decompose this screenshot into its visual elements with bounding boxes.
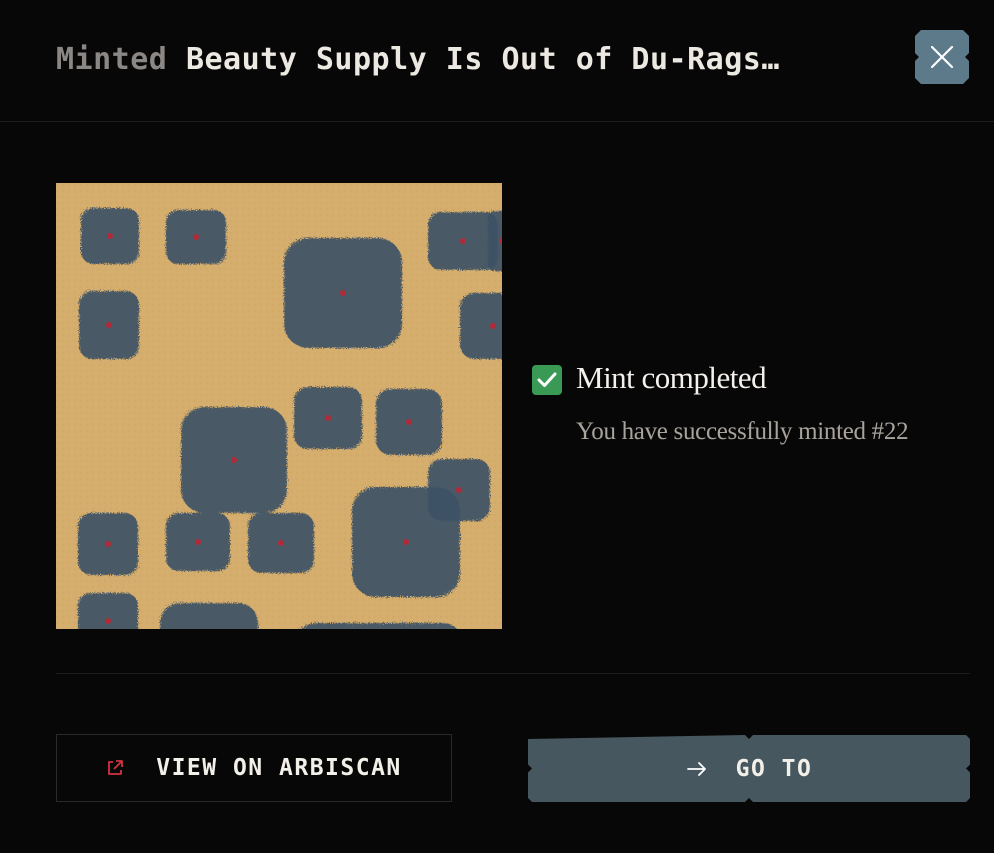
dialog-header: Minted Beauty Supply Is Out of Du-Rags… <box>0 0 994 122</box>
check-icon <box>532 365 562 395</box>
artwork-tuft <box>160 603 258 629</box>
artwork-tuft-center <box>403 539 409 545</box>
status-message: You have successfully minted #22 <box>576 418 909 445</box>
artwork-tuft-center <box>490 323 496 329</box>
view-button-label: VIEW ON ARBISCAN <box>156 755 402 781</box>
artwork-tuft-center <box>107 233 113 239</box>
external-link-icon <box>106 759 124 777</box>
artwork-tuft-center <box>105 541 111 547</box>
artwork-image <box>56 183 502 629</box>
artwork-tuft-center <box>325 415 331 421</box>
artwork-tuft-center <box>456 487 462 493</box>
artwork-tuft-center <box>106 322 112 328</box>
divider <box>56 673 970 674</box>
view-on-arbiscan-button[interactable]: VIEW ON ARBISCAN <box>56 734 452 802</box>
status-title: Mint completed <box>576 360 767 395</box>
artwork-tuft-center <box>340 290 346 296</box>
close-button[interactable] <box>915 30 969 84</box>
artwork-tuft-center <box>278 540 284 546</box>
go-to-button[interactable]: GO TO <box>528 735 970 802</box>
artwork-tuft-center <box>105 618 111 624</box>
artwork-tuft-center <box>195 539 201 545</box>
artwork-title: Beauty Supply Is Out of Du-Rags… <box>185 42 780 77</box>
minted-artwork <box>56 183 502 629</box>
artwork-tuft-center <box>406 419 412 425</box>
go-button-label: GO TO <box>735 755 813 782</box>
artwork-tuft <box>300 623 458 629</box>
title-prefix: Minted <box>56 42 168 77</box>
artwork-tuft-center <box>231 457 237 463</box>
artwork-tuft-center <box>193 234 199 240</box>
arrow-right-icon <box>686 761 708 777</box>
artwork-tuft-center <box>460 238 466 244</box>
close-icon <box>930 45 954 69</box>
dialog-title: Minted Beauty Supply Is Out of Du-Rags… <box>56 42 780 77</box>
